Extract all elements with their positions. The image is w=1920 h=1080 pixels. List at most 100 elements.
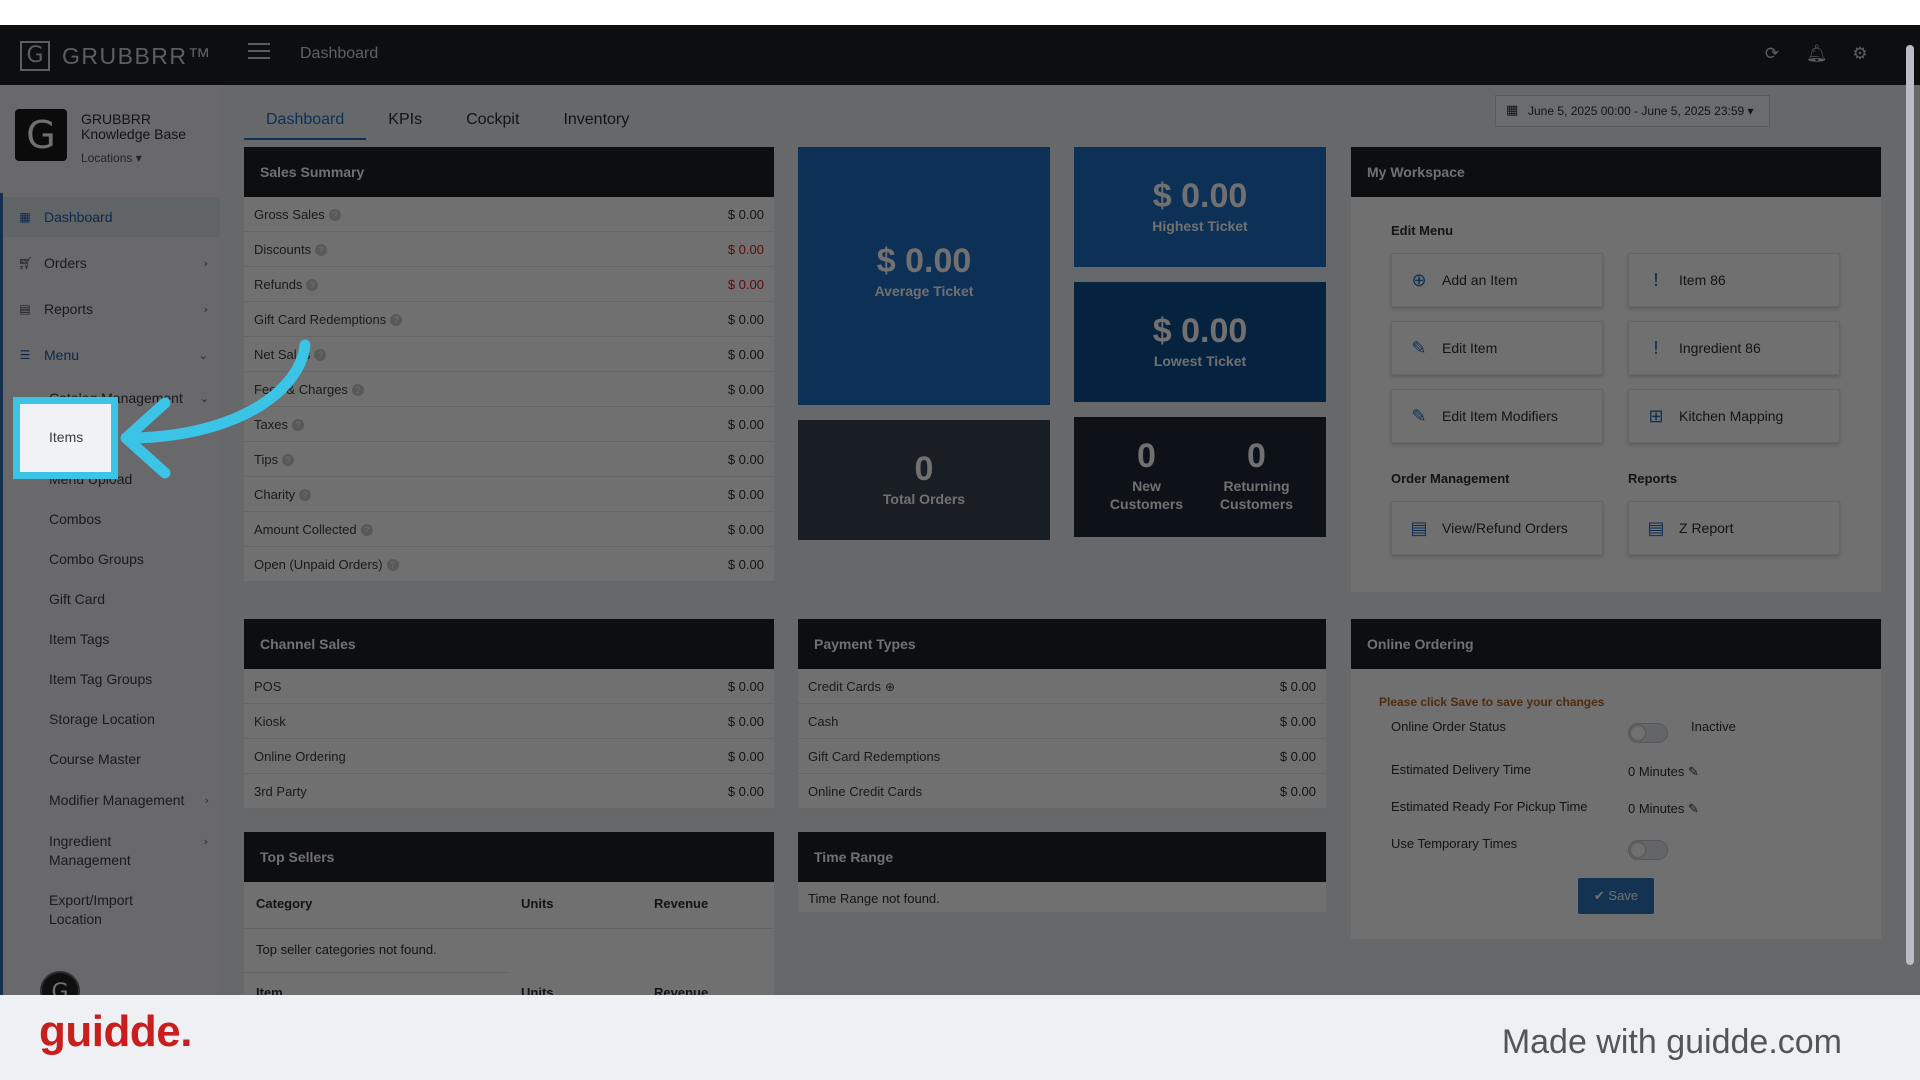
total-orders-value: 0 [914, 450, 934, 488]
lowest-ticket-tile: $ 0.00 Lowest Ticket [1074, 282, 1326, 402]
top-sellers-empty: Top seller categories not found. [256, 942, 437, 957]
help-widget-icon[interactable]: G [40, 971, 80, 995]
tab-inventory[interactable]: Inventory [541, 100, 651, 140]
average-ticket-label: Average Ticket [874, 283, 974, 299]
row-value: $ 0.00 [727, 486, 764, 502]
online-order-status-label: Online Order Status [1391, 719, 1506, 734]
column-header-revenue: Revenue [654, 985, 709, 995]
row-value: $ 0.00 [1279, 783, 1316, 799]
tab-kpis[interactable]: KPIs [366, 100, 444, 140]
row-value: $ 0.00 [727, 451, 764, 467]
row-label: Kiosk [254, 713, 286, 729]
panel-title: Channel Sales [244, 619, 774, 669]
guidde-footer: guidde. Made with guidde.com [0, 995, 1920, 1080]
online-order-status-toggle[interactable] [1628, 723, 1668, 743]
sidebar-item-ingredient-management[interactable]: Ingredient Management [49, 832, 169, 870]
sidebar-item-combo-groups[interactable]: Combo Groups [49, 550, 209, 569]
pencil-icon[interactable]: ✎ [1688, 765, 1699, 780]
customers-tile: 0 New Customers 0 Returning Customers [1074, 417, 1326, 537]
ingredient-86-button[interactable]: ! Ingredient 86 [1628, 321, 1840, 375]
summary-row: Online Ordering $ 0.00 [244, 739, 774, 774]
row-value: $ 0.00 [727, 241, 764, 257]
row-label: Gift Card Redemptions [808, 748, 941, 764]
refresh-icon[interactable]: ⟳ [1762, 44, 1782, 64]
new-customers-label: New [1132, 478, 1161, 494]
add-item-button[interactable]: ⊕ Add an Item [1391, 253, 1603, 307]
temporary-times-toggle[interactable] [1628, 840, 1668, 860]
sidebar-item-item-tags[interactable]: Item Tags [49, 630, 209, 649]
summary-row: Online Credit Cards $ 0.00 [798, 774, 1326, 809]
plus-circle-icon: ⊕ [1411, 269, 1427, 291]
total-orders-label: Total Orders [882, 491, 966, 507]
summary-row: Open (Unpaid Orders)? $ 0.00 [244, 547, 774, 582]
row-label: Cash [808, 713, 839, 729]
panel-title: Top Sellers [244, 832, 774, 882]
sidebar-item-export-import[interactable]: Export/Import Location [49, 891, 149, 929]
panel-title: Payment Types [798, 619, 1326, 669]
lowest-ticket-label: Lowest Ticket [1153, 353, 1247, 369]
help-icon[interactable]: ? [386, 559, 399, 572]
column-header-category: Category [256, 896, 313, 911]
sidebar-item-label: Ingredient Management [49, 833, 131, 868]
online-order-status-value: Inactive [1691, 719, 1736, 734]
top-sellers-panel: Top Sellers [244, 832, 774, 995]
temporary-times-label: Use Temporary Times [1391, 836, 1518, 851]
edit-item-button[interactable]: ✎ Edit Item [1391, 321, 1603, 375]
button-label: Edit Item [1442, 340, 1498, 356]
bell-icon[interactable]: 🔔︎ [1806, 44, 1828, 64]
sidebar-item-item-tag-groups[interactable]: Item Tag Groups [49, 670, 209, 689]
row-value: $ 0.00 [1279, 713, 1316, 729]
summary-row: Kiosk $ 0.00 [244, 704, 774, 739]
edit-item-modifiers-button[interactable]: ✎ Edit Item Modifiers [1391, 389, 1603, 443]
row-label: Credit Cards ⊕ [808, 678, 896, 694]
time-range-empty: Time Range not found. [808, 891, 940, 906]
new-customers-value: 0 [1137, 437, 1156, 475]
sidebar-item-gift-card[interactable]: Gift Card [49, 590, 209, 609]
kitchen-mapping-button[interactable]: ⊞ Kitchen Mapping [1628, 389, 1840, 443]
row-value: $ 0.00 [727, 276, 764, 292]
sidebar-item-modifier-management[interactable]: Modifier Management › [49, 791, 209, 810]
returning-customers-value: 0 [1247, 437, 1266, 475]
help-icon[interactable]: ? [360, 524, 373, 537]
help-icon[interactable]: ? [390, 314, 403, 327]
scrollbar[interactable] [1906, 45, 1914, 965]
highest-ticket-label: Highest Ticket [1152, 218, 1248, 234]
returning-customers-label: Returning [1223, 478, 1290, 494]
new-customers: 0 New Customers [1104, 437, 1189, 512]
summary-row: Cash $ 0.00 [798, 704, 1326, 739]
plus-circle-icon[interactable]: ⊕ [885, 680, 895, 694]
reports-label: Reports [1628, 471, 1678, 486]
app-window: G GRUBBRR™ Dashboard ⟳ 🔔︎ ⚙ G GRUBBRR Kn… [0, 25, 1920, 995]
pickup-time-label: Estimated Ready For Pickup Time [1391, 799, 1588, 814]
new-customers-label: Customers [1109, 496, 1184, 512]
panel-title: Online Ordering [1351, 619, 1881, 669]
z-report-button[interactable]: ▤ Z Report [1628, 501, 1840, 555]
row-label: POS [254, 678, 282, 694]
summary-row: Credit Cards ⊕ $ 0.00 [798, 669, 1326, 704]
sidebar-item-storage-location[interactable]: Storage Location [49, 710, 209, 729]
summary-row: 3rd Party $ 0.00 [244, 774, 774, 809]
payment-types-panel: Payment Types Credit Cards ⊕ $ 0.00 Cash $ 0… [798, 619, 1326, 809]
guidde-logo: guidde. [39, 1007, 192, 1056]
channel-sales-rows: POS $ 0.00 Kiosk $ 0.00 Online Ordering $ 0.0… [244, 669, 774, 809]
chevron-right-icon: › [204, 794, 209, 807]
view-refund-orders-button[interactable]: ▤ View/Refund Orders [1391, 501, 1603, 555]
button-label: Z Report [1679, 520, 1734, 536]
item-86-button[interactable]: ! Item 86 [1628, 253, 1840, 307]
save-button[interactable]: ✔ Save [1578, 878, 1654, 914]
calendar-icon: ▦ [1506, 103, 1519, 118]
tab-cockpit[interactable]: Cockpit [444, 100, 541, 140]
highest-ticket-value: $ 0.00 [1152, 177, 1248, 215]
date-range-picker[interactable]: ▦ June 5, 2025 00:00 - June 5, 2025 23:5… [1495, 95, 1770, 127]
row-value: $ 0.00 [727, 381, 764, 397]
panel-title: Time Range [798, 832, 1326, 882]
button-label: Item 86 [1679, 272, 1726, 288]
column-header-units: Units [521, 985, 554, 995]
sidebar-item-course-master[interactable]: Course Master [49, 750, 209, 769]
pencil-icon[interactable]: ✎ [1688, 802, 1699, 817]
delivery-time-value: 0 Minutes ✎ [1628, 764, 1699, 780]
panel-title: My Workspace [1351, 147, 1881, 197]
gear-icon[interactable]: ⚙ [1850, 44, 1870, 64]
button-label: Kitchen Mapping [1679, 408, 1784, 424]
total-orders-tile: 0 Total Orders [798, 420, 1050, 540]
